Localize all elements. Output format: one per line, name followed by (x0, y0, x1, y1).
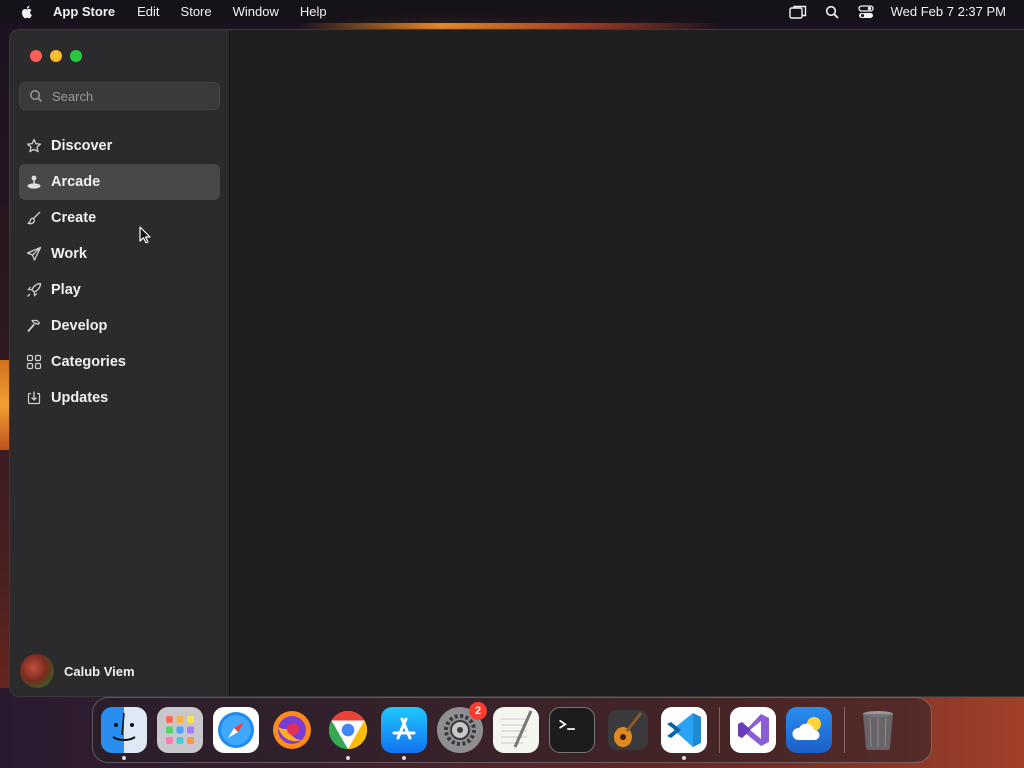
search-input[interactable] (52, 88, 202, 104)
sidebar: Discover Arcade Create Work (10, 30, 230, 696)
notification-badge: 2 (469, 702, 487, 720)
dock-system-settings[interactable]: 2 (437, 702, 487, 753)
chrome-icon (328, 710, 368, 750)
joystick-icon (25, 173, 43, 191)
sidebar-item-updates[interactable]: Updates (19, 380, 220, 416)
firefox-icon (273, 711, 311, 749)
dock: 2 (92, 697, 932, 763)
star-icon (25, 137, 43, 155)
dock-garageband[interactable] (605, 707, 651, 753)
sidebar-item-label: Arcade (51, 174, 101, 190)
menu-app-name[interactable]: App Store (53, 4, 115, 19)
sidebar-item-label: Updates (51, 390, 109, 406)
search-field[interactable] (19, 82, 220, 110)
control-center-icon[interactable] (857, 4, 875, 20)
running-indicator (682, 756, 686, 760)
minimize-button[interactable] (50, 50, 62, 62)
main-content (231, 30, 1024, 696)
sidebar-item-label: Work (51, 246, 87, 262)
sidebar-item-work[interactable]: Work (19, 236, 220, 272)
sidebar-item-arcade[interactable]: Arcade (19, 164, 220, 200)
paperplane-icon (25, 245, 43, 263)
menu-edit[interactable]: Edit (137, 4, 159, 19)
close-button[interactable] (30, 50, 42, 62)
apple-icon[interactable] (19, 4, 35, 20)
screen-mirroring-icon[interactable] (788, 4, 807, 20)
sidebar-item-label: Discover (51, 138, 113, 154)
sidebar-item-discover[interactable]: Discover (19, 128, 220, 164)
dock-chrome[interactable] (325, 707, 371, 760)
terminal-icon (559, 719, 575, 730)
menu-clock[interactable]: Wed Feb 7 2:37 PM (891, 4, 1006, 19)
dock-textedit[interactable] (493, 707, 539, 753)
running-indicator (122, 756, 126, 760)
trash-icon (863, 711, 893, 751)
dock-firefox[interactable] (269, 707, 315, 753)
weather-icon (792, 717, 821, 740)
download-icon (25, 389, 43, 407)
sidebar-item-label: Create (51, 210, 97, 226)
menu-store[interactable]: Store (181, 4, 212, 19)
vscode-icon (667, 713, 701, 747)
finder-icon (112, 712, 136, 741)
dock-separator (719, 707, 720, 753)
account-name: Calub Viem (64, 663, 135, 679)
launchpad-icon (166, 716, 194, 744)
guitar-icon (608, 710, 648, 750)
sidebar-item-develop[interactable]: Develop (19, 308, 220, 344)
avatar (20, 654, 54, 688)
sidebar-item-label: Play (51, 282, 81, 298)
sidebar-item-create[interactable]: Create (19, 200, 220, 236)
dock-trash[interactable] (855, 707, 901, 753)
sidebar-item-play[interactable]: Play (19, 272, 220, 308)
dock-separator (844, 707, 845, 753)
rocket-icon (25, 281, 43, 299)
search-icon (30, 90, 43, 103)
menu-help[interactable]: Help (300, 4, 327, 19)
grid-icon (25, 353, 43, 371)
dock-terminal[interactable] (549, 707, 595, 753)
paintbrush-icon (25, 209, 43, 227)
sidebar-nav: Discover Arcade Create Work Play Develop… (19, 128, 220, 416)
dock-finder[interactable] (101, 707, 147, 760)
running-indicator (346, 756, 350, 760)
dock-app-store[interactable] (381, 707, 427, 760)
window-controls (30, 50, 82, 62)
menu-window[interactable]: Window (233, 4, 279, 19)
dock-safari[interactable] (213, 707, 259, 753)
mouse-cursor-icon (139, 226, 151, 244)
dock-weather[interactable] (786, 707, 832, 753)
app-store-window: Discover Arcade Create Work (9, 29, 1024, 697)
dock-visual-studio[interactable] (730, 707, 776, 753)
visual-studio-icon (738, 714, 769, 746)
sidebar-item-label: Develop (51, 318, 108, 334)
dock-launchpad[interactable] (157, 707, 203, 753)
sidebar-item-categories[interactable]: Categories (19, 344, 220, 380)
menu-bar: App Store Edit Store Window Help Wed Feb… (0, 0, 1024, 23)
textedit-icon (501, 710, 533, 748)
hammer-icon (25, 317, 43, 335)
spotlight-search-icon[interactable] (823, 4, 841, 20)
running-indicator (402, 756, 406, 760)
zoom-button[interactable] (70, 50, 82, 62)
app-store-icon (392, 717, 416, 740)
dock-vscode[interactable] (661, 707, 707, 760)
sidebar-item-label: Categories (51, 354, 126, 370)
safari-icon (218, 712, 254, 748)
account-button[interactable]: Calub Viem (20, 654, 135, 688)
